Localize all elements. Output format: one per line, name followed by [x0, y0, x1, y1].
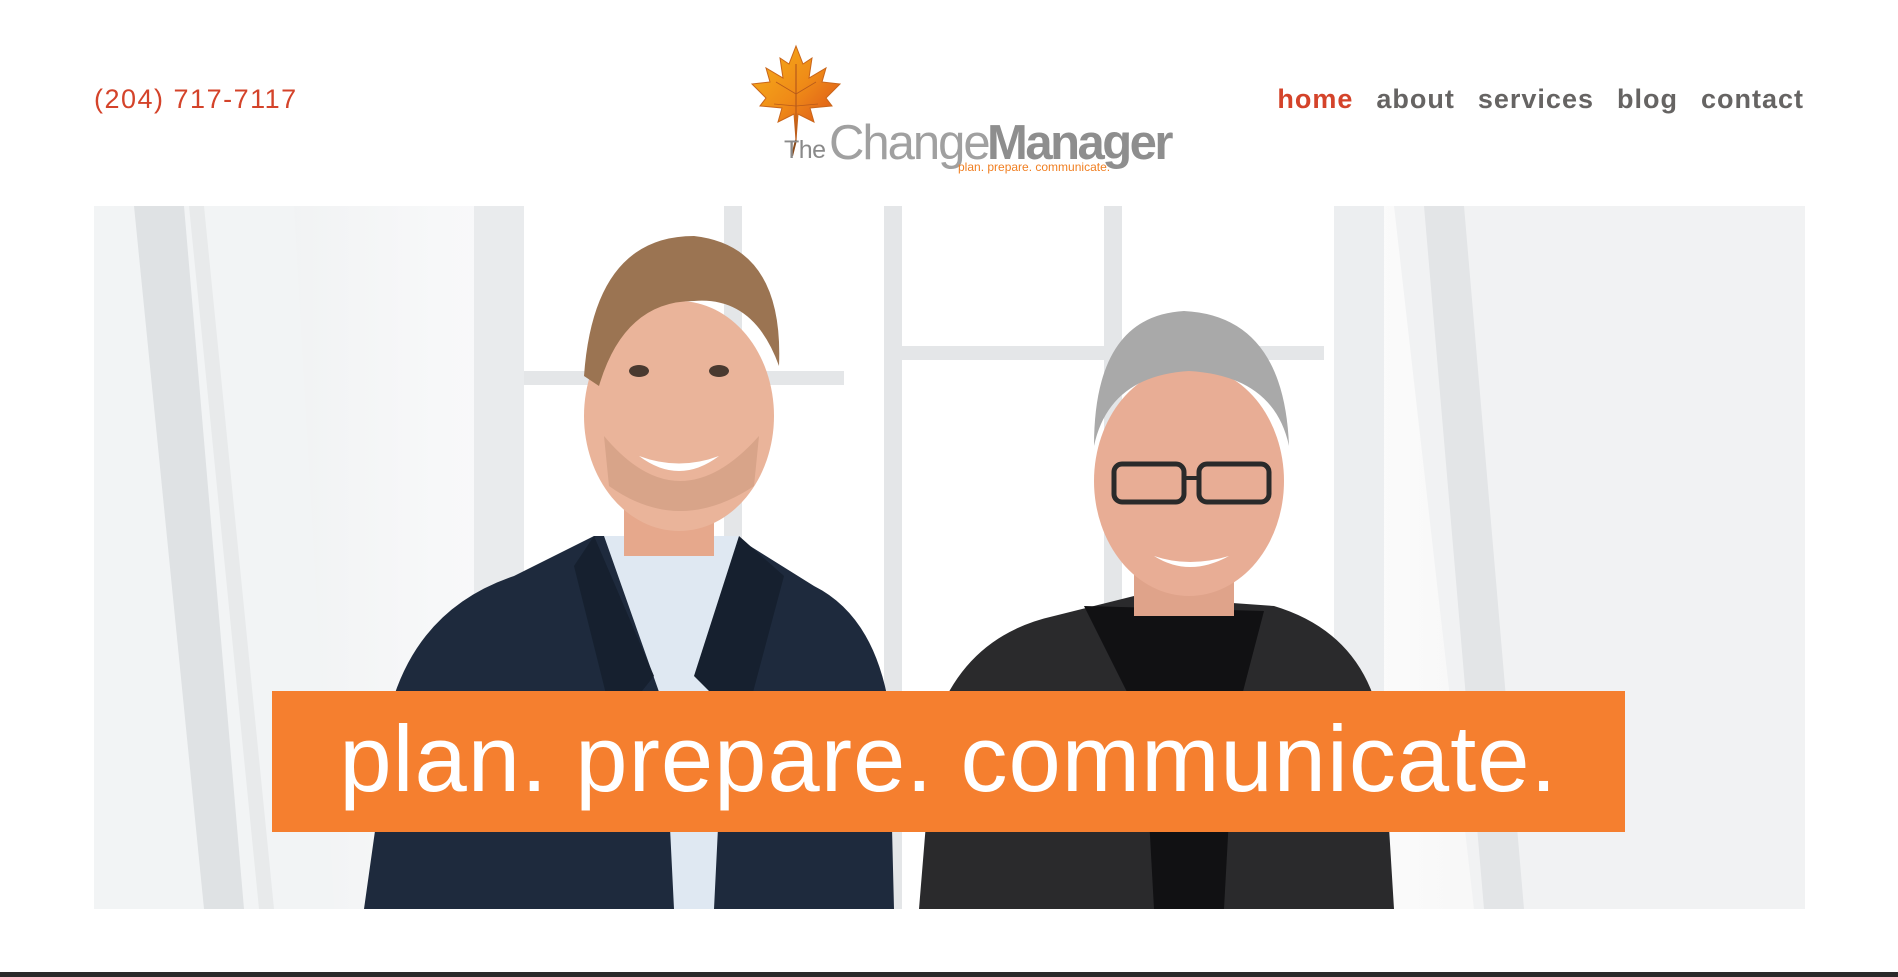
logo-word-the: The [784, 136, 826, 164]
logo-tagline: plan. prepare. communicate. [958, 160, 1111, 174]
nav-services[interactable]: services [1478, 84, 1594, 115]
phone-link[interactable]: (204) 717-7117 [94, 84, 298, 115]
hero-banner: plan. prepare. communicate. [94, 206, 1805, 909]
tagline-banner: plan. prepare. communicate. [272, 691, 1625, 832]
nav-blog[interactable]: blog [1617, 84, 1678, 115]
site-logo[interactable]: The Change Manager plan. prepare. commun… [742, 44, 1174, 176]
bottom-divider [0, 972, 1898, 977]
nav-about[interactable]: about [1376, 84, 1455, 115]
nav-contact[interactable]: contact [1701, 84, 1804, 115]
main-nav: home about services blog contact [1277, 84, 1804, 115]
nav-home[interactable]: home [1277, 84, 1353, 115]
page: (204) 717-7117 The Change Manager plan. … [0, 0, 1898, 977]
hero-tagline: plan. prepare. communicate. [339, 705, 1558, 811]
